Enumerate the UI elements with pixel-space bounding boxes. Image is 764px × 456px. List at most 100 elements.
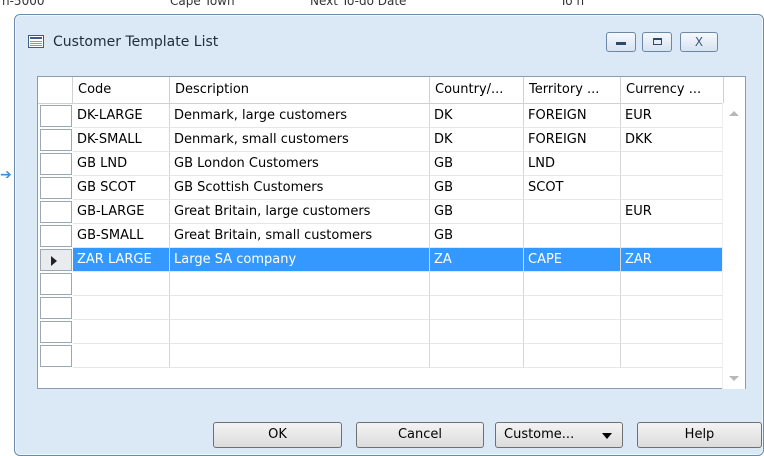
cell-code[interactable] — [73, 272, 170, 296]
table-row[interactable]: DK-LARGE Denmark, large customers DK FOREIG… — [38, 104, 724, 128]
cell-currency[interactable] — [621, 320, 724, 344]
cell-description[interactable] — [170, 296, 430, 320]
row-selector[interactable] — [40, 225, 72, 247]
cell-country[interactable]: DK — [430, 104, 524, 128]
cell-code[interactable]: ZAR LARGE — [73, 248, 170, 272]
column-header-currency[interactable]: Currency ... — [621, 77, 724, 103]
cell-currency[interactable] — [621, 344, 724, 368]
window-title: Customer Template List — [53, 34, 219, 50]
cell-currency[interactable]: EUR — [621, 200, 724, 224]
column-header-code[interactable]: Code — [73, 77, 170, 103]
cell-country[interactable]: GB — [430, 224, 524, 248]
table-row[interactable]: GB SCOT GB Scottish Customers GB SCOT — [38, 176, 724, 200]
table-row[interactable] — [38, 272, 724, 296]
cell-description[interactable]: GB London Customers — [170, 152, 430, 176]
cell-territory[interactable]: FOREIGN — [524, 104, 621, 128]
cell-description[interactable]: Great Britain, small customers — [170, 224, 430, 248]
cell-territory[interactable] — [524, 344, 621, 368]
row-selector[interactable] — [40, 297, 72, 319]
table-row[interactable] — [38, 296, 724, 320]
cell-territory[interactable] — [524, 320, 621, 344]
row-selector[interactable] — [40, 345, 72, 367]
cell-territory[interactable] — [524, 200, 621, 224]
cell-territory[interactable]: LND — [524, 152, 621, 176]
cell-currency[interactable]: DKK — [621, 128, 724, 152]
cell-currency[interactable] — [621, 176, 724, 200]
minimize-button[interactable] — [606, 32, 636, 52]
cell-description[interactable] — [170, 320, 430, 344]
column-header-territory[interactable]: Territory ... — [524, 77, 621, 103]
maximize-icon — [652, 38, 662, 45]
cell-currency[interactable] — [621, 152, 724, 176]
table-row[interactable]: DK-SMALL Denmark, small customers DK FOREIG… — [38, 128, 724, 152]
table-row[interactable]: ZAR LARGE Large SA company ZA CAPE ZAR — [38, 248, 724, 272]
table-row[interactable]: GB LND GB London Customers GB LND — [38, 152, 724, 176]
arrow-pointer-icon: ➔ — [0, 167, 12, 183]
cell-country[interactable] — [430, 344, 524, 368]
row-selector[interactable] — [40, 177, 72, 199]
close-button[interactable]: X — [680, 32, 718, 52]
column-header-description[interactable]: Description — [170, 77, 430, 103]
cell-country[interactable] — [430, 272, 524, 296]
cell-code[interactable]: GB-SMALL — [73, 224, 170, 248]
scroll-down-icon[interactable] — [729, 376, 739, 381]
cell-currency[interactable] — [621, 296, 724, 320]
cell-description[interactable]: Denmark, large customers — [170, 104, 430, 128]
background-text: To n — [560, 0, 585, 8]
cell-territory[interactable] — [524, 272, 621, 296]
cell-description[interactable]: Large SA company — [170, 248, 430, 272]
cell-code[interactable]: GB LND — [73, 152, 170, 176]
ok-button[interactable]: OK — [213, 422, 342, 448]
cell-description[interactable]: GB Scottish Customers — [170, 176, 430, 200]
row-selector[interactable] — [40, 153, 72, 175]
cell-country[interactable]: GB — [430, 200, 524, 224]
table-row[interactable]: GB-LARGE Great Britain, large customers GB… — [38, 200, 724, 224]
help-button[interactable]: Help — [637, 422, 762, 448]
cell-country[interactable]: GB — [430, 176, 524, 200]
cell-currency[interactable] — [621, 224, 724, 248]
cell-description[interactable] — [170, 272, 430, 296]
scroll-up-icon[interactable] — [729, 111, 739, 116]
row-selector[interactable] — [40, 201, 72, 223]
row-selector[interactable] — [40, 105, 72, 127]
cell-territory[interactable] — [524, 296, 621, 320]
cell-code[interactable]: DK-LARGE — [73, 104, 170, 128]
cell-territory[interactable]: CAPE — [524, 248, 621, 272]
cell-code[interactable] — [73, 320, 170, 344]
minimize-icon — [616, 42, 626, 45]
cell-currency[interactable]: ZAR — [621, 248, 724, 272]
cell-territory[interactable]: FOREIGN — [524, 128, 621, 152]
cell-territory[interactable] — [524, 224, 621, 248]
cell-description[interactable]: Great Britain, large customers — [170, 200, 430, 224]
row-selector[interactable] — [40, 273, 72, 295]
table-row[interactable]: GB-SMALL Great Britain, small customers GB — [38, 224, 724, 248]
cell-code[interactable] — [73, 344, 170, 368]
title-bar[interactable]: Customer Template List X — [15, 15, 763, 57]
cell-description[interactable]: Denmark, small customers — [170, 128, 430, 152]
cell-code[interactable]: GB SCOT — [73, 176, 170, 200]
row-selector[interactable] — [40, 129, 72, 151]
cell-code[interactable]: GB-LARGE — [73, 200, 170, 224]
cell-currency[interactable]: EUR — [621, 104, 724, 128]
customize-button[interactable]: Custome... — [495, 422, 623, 448]
cancel-button[interactable]: Cancel — [356, 422, 484, 448]
cell-code[interactable] — [73, 296, 170, 320]
table-row[interactable] — [38, 344, 724, 368]
row-selector-current[interactable] — [40, 249, 72, 271]
table-row[interactable] — [38, 320, 724, 344]
cell-country[interactable] — [430, 296, 524, 320]
vertical-scrollbar[interactable] — [722, 103, 745, 389]
cell-currency[interactable] — [621, 272, 724, 296]
maximize-button[interactable] — [642, 32, 672, 52]
cell-description[interactable] — [170, 344, 430, 368]
cell-country[interactable]: DK — [430, 128, 524, 152]
cell-country[interactable]: ZA — [430, 248, 524, 272]
column-header-country[interactable]: Country/... — [430, 77, 524, 103]
cell-country[interactable] — [430, 320, 524, 344]
cell-territory[interactable]: SCOT — [524, 176, 621, 200]
cell-code[interactable]: DK-SMALL — [73, 128, 170, 152]
customer-template-list-dialog: Customer Template List X Code Descriptio… — [14, 14, 764, 456]
background-window-strip: n-5000 Cape Town Next To-do Date To n — [0, 0, 764, 14]
row-selector[interactable] — [40, 321, 72, 343]
cell-country[interactable]: GB — [430, 152, 524, 176]
